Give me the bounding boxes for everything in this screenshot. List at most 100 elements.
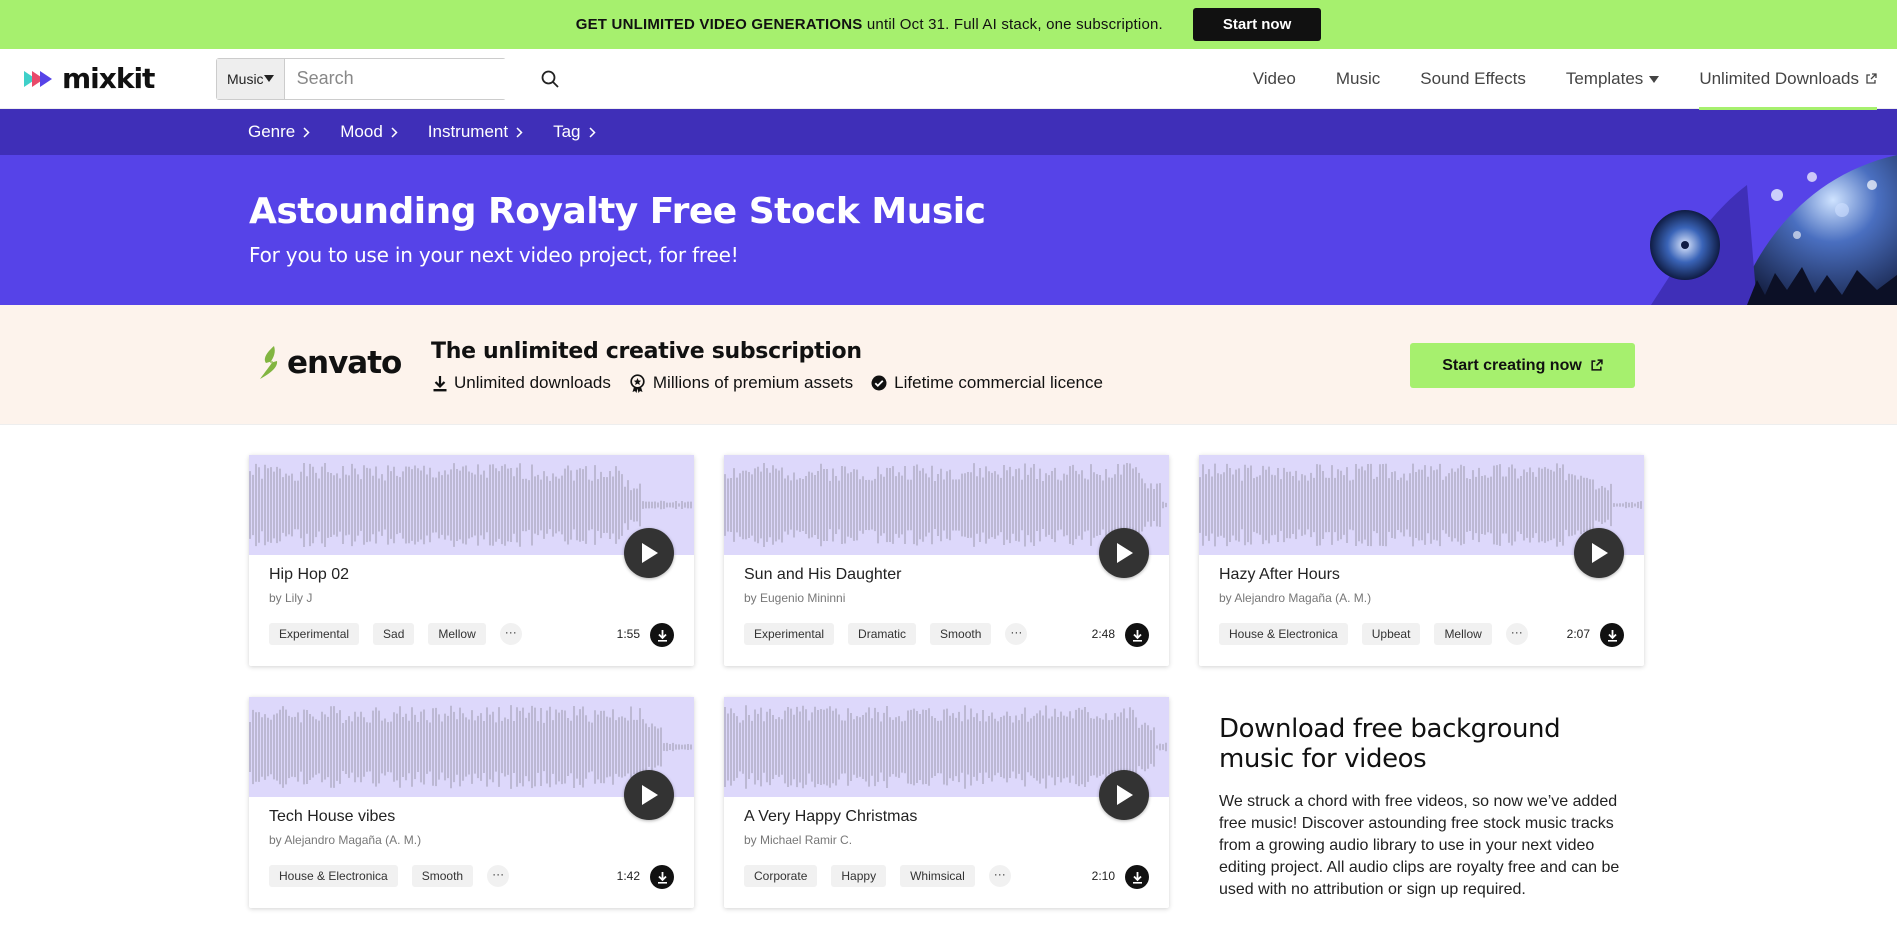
play-icon bbox=[1117, 785, 1133, 805]
category-tag-label: Tag bbox=[553, 122, 581, 141]
download-button[interactable] bbox=[1125, 623, 1149, 647]
track-duration: 2:07 bbox=[1566, 627, 1590, 641]
download-button[interactable] bbox=[650, 865, 674, 889]
feature-label: Unlimited downloads bbox=[454, 373, 611, 392]
play-button[interactable] bbox=[624, 528, 674, 578]
envato-features: Unlimited downloads Millions of premium … bbox=[433, 373, 1103, 393]
play-icon bbox=[1592, 543, 1608, 563]
nav-unlimited-downloads[interactable]: Unlimited Downloads bbox=[1679, 49, 1897, 110]
track-tag[interactable]: House & Electronica bbox=[1219, 623, 1348, 645]
track-card: Sun and His Daughter by Eugenio Mininni … bbox=[724, 455, 1169, 666]
download-button[interactable] bbox=[1125, 865, 1149, 889]
track-title[interactable]: Sun and His Daughter bbox=[744, 566, 901, 584]
start-creating-label: Start creating now bbox=[1442, 356, 1582, 374]
track-tag[interactable]: Happy bbox=[831, 865, 887, 887]
envato-logo[interactable]: envato bbox=[257, 345, 402, 381]
track-title[interactable]: A Very Happy Christmas bbox=[744, 808, 917, 826]
chevron-right-icon bbox=[516, 126, 523, 138]
track-tag[interactable]: House & Electronica bbox=[269, 865, 398, 887]
more-tags-button[interactable]: ··· bbox=[988, 865, 1011, 887]
play-button[interactable] bbox=[1099, 770, 1149, 820]
nav-video[interactable]: Video bbox=[1233, 49, 1316, 109]
feature-label: Millions of premium assets bbox=[652, 373, 854, 392]
feature-unlimited-downloads: Unlimited downloads bbox=[433, 373, 611, 393]
nav-unlimited-downloads-label: Unlimited Downloads bbox=[1699, 69, 1859, 88]
play-icon bbox=[642, 785, 658, 805]
track-tag[interactable]: Mellow bbox=[428, 623, 486, 645]
track-card: Hazy After Hours by Alejandro Magaña (A.… bbox=[1199, 455, 1644, 666]
mixkit-logo[interactable]: mixkit bbox=[24, 62, 192, 95]
track-duration: 1:42 bbox=[616, 869, 640, 883]
envato-title: The unlimited creative subscription bbox=[431, 339, 862, 364]
category-tag[interactable]: Tag bbox=[553, 122, 596, 142]
promo-text: GET UNLIMITED VIDEO GENERATIONS until Oc… bbox=[576, 16, 1163, 33]
start-now-button[interactable]: Start now bbox=[1192, 8, 1322, 41]
more-tags-button[interactable]: ··· bbox=[487, 865, 510, 887]
track-tags: House & Electronica Smooth ··· bbox=[269, 865, 510, 887]
nav-templates[interactable]: Templates bbox=[1546, 49, 1679, 109]
track-card: Tech House vibes by Alejandro Magaña (A.… bbox=[249, 697, 694, 908]
track-tag[interactable]: Upbeat bbox=[1361, 623, 1421, 645]
track-author[interactable]: by Lily J bbox=[269, 591, 312, 605]
hero-subtitle: For you to use in your next video projec… bbox=[249, 243, 739, 267]
track-tag[interactable]: Smooth bbox=[930, 623, 992, 645]
award-icon bbox=[630, 373, 645, 393]
track-tag[interactable]: Whimsical bbox=[900, 865, 975, 887]
site-header: mixkit Music Video Music Sound Effects T… bbox=[0, 49, 1897, 110]
section-description: We struck a chord with free videos, so n… bbox=[1219, 793, 1620, 898]
search-input[interactable] bbox=[284, 58, 541, 99]
download-button[interactable] bbox=[1600, 623, 1624, 647]
hero-banner: Astounding Royalty Free Stock Music For … bbox=[0, 155, 1897, 305]
category-mood[interactable]: Mood bbox=[340, 122, 398, 142]
track-duration: 1:55 bbox=[616, 627, 640, 641]
mixkit-logo-text: mixkit bbox=[62, 62, 155, 95]
download-icon bbox=[657, 629, 667, 642]
track-tag[interactable]: Experimental bbox=[744, 623, 835, 645]
download-button[interactable] bbox=[650, 623, 674, 647]
search-scope-select[interactable]: Music bbox=[217, 58, 285, 99]
nav-sound-effects[interactable]: Sound Effects bbox=[1400, 49, 1546, 109]
concert-disc-illustration bbox=[1650, 155, 1897, 305]
track-title[interactable]: Tech House vibes bbox=[269, 808, 395, 826]
track-author[interactable]: by Alejandro Magaña (A. M.) bbox=[1219, 591, 1371, 605]
play-button[interactable] bbox=[1574, 528, 1624, 578]
track-title[interactable]: Hazy After Hours bbox=[1219, 566, 1340, 584]
download-icon bbox=[657, 871, 667, 884]
track-tag[interactable]: Dramatic bbox=[848, 623, 917, 645]
caret-down-icon bbox=[263, 75, 274, 82]
track-tag[interactable]: Corporate bbox=[744, 865, 818, 887]
track-tag[interactable]: Sad bbox=[373, 623, 415, 645]
more-tags-button[interactable]: ··· bbox=[499, 623, 522, 645]
track-author[interactable]: by Eugenio Mininni bbox=[744, 591, 845, 605]
category-mood-label: Mood bbox=[340, 122, 383, 141]
track-author[interactable]: by Michael Ramir C. bbox=[744, 833, 852, 847]
search-box: Music bbox=[216, 57, 559, 100]
envato-logo-text: envato bbox=[287, 345, 402, 381]
category-instrument[interactable]: Instrument bbox=[428, 122, 523, 142]
search-scope-label: Music bbox=[227, 70, 264, 87]
track-tag[interactable]: Mellow bbox=[1434, 623, 1492, 645]
play-icon bbox=[1117, 543, 1133, 563]
track-tags: House & Electronica Upbeat Mellow ··· bbox=[1219, 623, 1528, 645]
category-genre[interactable]: Genre bbox=[248, 122, 310, 142]
nav-music[interactable]: Music bbox=[1316, 49, 1400, 109]
track-author[interactable]: by Alejandro Magaña (A. M.) bbox=[269, 833, 421, 847]
download-icon bbox=[433, 375, 447, 391]
search-icon[interactable] bbox=[541, 59, 559, 99]
section-heading: Download free background music for video… bbox=[1219, 714, 1561, 774]
track-tag[interactable]: Smooth bbox=[411, 865, 474, 887]
track-tag[interactable]: Experimental bbox=[269, 623, 360, 645]
track-card: Hip Hop 02 by Lily J Experimental Sad Me… bbox=[249, 455, 694, 666]
external-link-icon bbox=[1591, 359, 1603, 371]
nav-templates-label: Templates bbox=[1565, 69, 1644, 88]
track-tags: Corporate Happy Whimsical ··· bbox=[744, 865, 1011, 887]
chevron-right-icon bbox=[391, 126, 398, 138]
track-title[interactable]: Hip Hop 02 bbox=[269, 566, 349, 584]
start-creating-button[interactable]: Start creating now bbox=[1410, 343, 1635, 388]
more-tags-button[interactable]: ··· bbox=[1505, 623, 1528, 645]
more-tags-button[interactable]: ··· bbox=[1005, 623, 1028, 645]
play-button[interactable] bbox=[624, 770, 674, 820]
nav-music-label: Music bbox=[1335, 69, 1381, 88]
play-button[interactable] bbox=[1099, 528, 1149, 578]
track-duration: 2:48 bbox=[1091, 627, 1115, 641]
